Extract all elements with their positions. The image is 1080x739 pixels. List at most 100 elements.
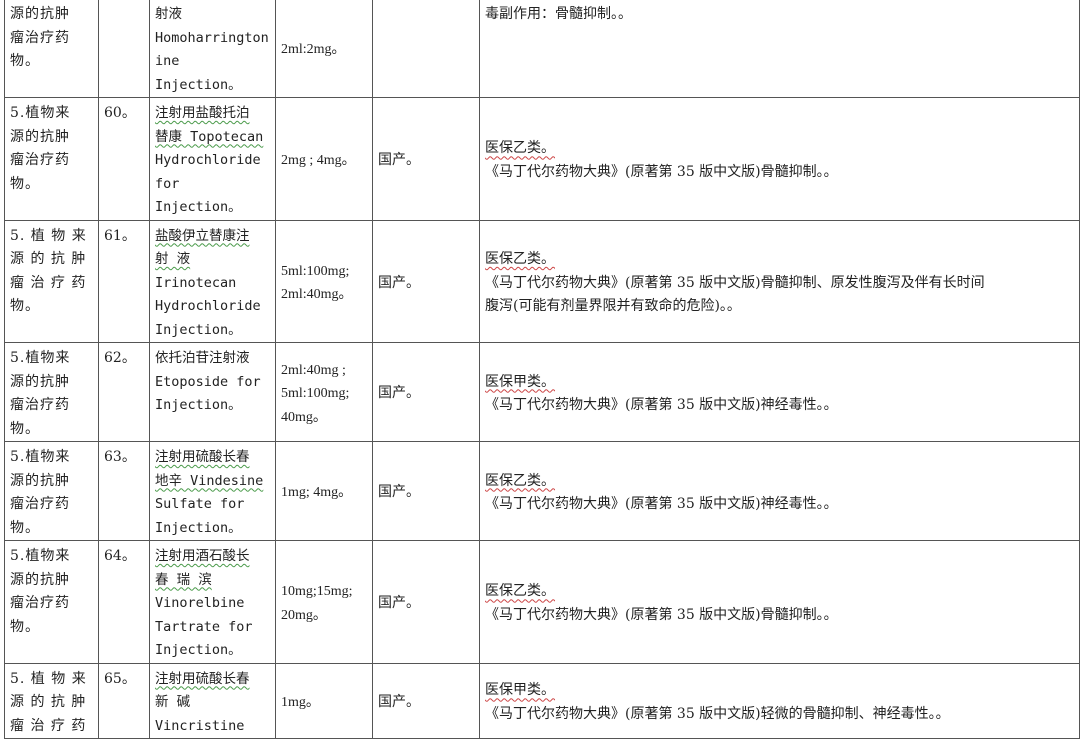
drug-name-cell: 注射用酒石酸长春 瑞 滨 Vinorelbine Tartrate for Injec… [149, 540, 276, 664]
category-cell-line: 5. 植 物 来 [10, 227, 87, 244]
notes-cell-line: 《马丁代尔药物大典》(原著第 35 版中文版)骨髓抑制、原发性腹泻及伴有长时间 [485, 274, 985, 291]
drug-name-cell-line: 注射用硫酸长春 [155, 670, 250, 687]
notes-cell: 毒副作用：骨髓抑制。。 [479, 0, 1080, 98]
specification-cell: 1mg。 [275, 662, 373, 739]
notes-cell-line: 《马丁代尔药物大典》(原著第 35 版中文版)神经毒性。。 [485, 496, 838, 512]
category-cell-line: 源的抗肿 [10, 472, 70, 489]
specification-cell-text: 5ml:100mg; 2ml:40mg。 [281, 263, 353, 303]
category-cell-line: 物。 [10, 298, 40, 314]
origin-cell-text: 国产。 [378, 385, 420, 402]
number-cell-text: 62。 [104, 350, 136, 366]
drug-name-cell-line: Sulfate for [155, 496, 245, 512]
category-cell-line: 瘤治疗药 [10, 29, 70, 46]
drug-name-cell-line: Etoposide for [155, 373, 261, 390]
drug-name-cell-line: 射 液 [155, 251, 191, 267]
notes-cell-line: 医保乙类。 [485, 583, 555, 600]
drug-name-cell-line: ine Injection。 [155, 53, 242, 93]
drug-name-cell-line: 春 瑞 滨 [155, 571, 212, 588]
notes-cell: 医保乙类。《马丁代尔药物大典》(原著第 35 版中文版)骨髓抑制、原发性腹泻及伴… [479, 219, 1080, 343]
specification-cell: 2ml:40mg ; 5ml:100mg; 40mg。 [275, 342, 373, 442]
drug-name-cell-line: Hydrochloride [155, 152, 261, 168]
drug-name-cell-line: Irinotecan [155, 274, 237, 291]
category-cell-line: 物。 [10, 420, 40, 437]
origin-cell-text: 国产。 [378, 595, 420, 611]
number-cell-text: 63。 [104, 449, 136, 465]
notes-cell-line: 腹泻(可能有剂量界限并有致命的危险)。。 [485, 298, 741, 314]
category-cell-line: 5.植物来 [10, 105, 71, 121]
origin-cell: 国产。 [372, 342, 480, 442]
category-cell: 5. 植 物 来源 的 抗 肿瘤 治 疗 药物。 [4, 219, 99, 343]
category-cell-line: 瘤治疗药 [10, 496, 70, 512]
category-cell-line: 源的抗肿 [10, 128, 70, 145]
category-cell: 5.植物来源的抗肿瘤治疗药物。 [4, 441, 99, 541]
category-cell-line: 物。 [10, 618, 40, 635]
notes-cell-line: 《马丁代尔药物大典》(原著第 35 版中文版)骨髓抑制。。 [485, 606, 838, 623]
table-row: 5.植物来 源的抗肿 瘤治疗药 物。 64。 注射用酒石酸长春 瑞 滨 Vinorelbin… [4, 540, 1080, 664]
notes-cell-line: 医保乙类。 [485, 140, 555, 157]
drug-name-cell-line: 依托泊苷注射液 [155, 350, 250, 366]
drug-name-cell: 注射用盐酸托泊 替康 Topotecan Hydrochloride for Inje… [149, 97, 276, 221]
category-cell-line: 物。 [10, 519, 40, 536]
drug-name-cell: 依托泊苷注射液 Etoposide for Injection。 [149, 342, 276, 442]
table-row: 5. 植 物 来源 的 抗 肿瘤 治 疗 药 65。 注射用硫酸长春新 碱 Vincr… [4, 662, 1080, 739]
table-row: 5.植物来 源的抗肿 瘤治疗药 物。 63。 注射用硫酸长春 地辛 Vindesine Sul… [4, 441, 1080, 541]
category-cell-line: 物。 [10, 53, 40, 69]
number-cell [98, 0, 150, 98]
category-cell: 5. 植 物 来源 的 抗 肿瘤 治 疗 药 [4, 662, 99, 739]
number-cell: 60。 [98, 97, 150, 221]
origin-cell: 国产。 [372, 540, 480, 664]
drug-name-cell-line: 地辛 Vindesine [155, 472, 264, 489]
category-cell: 5.植物来源的抗肿瘤治疗药物。 [4, 97, 99, 221]
drug-name-cell-line: Injection。 [155, 321, 242, 338]
notes-cell-line: 医保甲类。 [485, 682, 555, 699]
drug-name-cell-line: Injection。 [155, 397, 242, 413]
origin-cell-text: 国产。 [378, 484, 420, 501]
specification-cell-text: 1mg。 [281, 695, 320, 710]
drug-name-cell-line: Hydrochloride [155, 298, 261, 314]
specification-cell: 2mg ; 4mg。 [275, 97, 373, 221]
category-cell-line: 源的抗肿 [10, 571, 70, 588]
category-cell-line: 5.植物来 [10, 449, 71, 465]
drug-name-cell-line: Injection。 [155, 642, 242, 658]
notes-cell-line: 毒副作用：骨髓抑制。。 [485, 6, 632, 22]
category-cell-line: 瘤 治 疗 药 [10, 274, 87, 291]
drug-name-cell-line: 注射用酒石酸长 [155, 548, 250, 564]
notes-cell: 医保乙类。 《马丁代尔药物大典》(原著第 35 版中文版)神经毒性。。 [479, 441, 1080, 541]
specification-cell-text: 2mg ; 4mg。 [281, 153, 356, 168]
drug-table: 源的抗肿 瘤治疗药 物。 射液 Homoharrington ine Injection。… [4, 0, 1080, 739]
table-row: 5. 植 物 来源 的 抗 肿瘤 治 疗 药物。 61。 盐酸伊立替康注射 液 Iri… [4, 219, 1080, 343]
category-cell-line: 5.植物来 [10, 548, 71, 564]
specification-cell: 1mg; 4mg。 [275, 441, 373, 541]
table-row: 5.植物来 源的抗肿 瘤治疗药 物。 62。 依托泊苷注射液 Etoposide for In… [4, 342, 1080, 442]
notes-cell: 医保甲类。 《马丁代尔药物大典》(原著第 35 版中文版)神经毒性。。 [479, 342, 1080, 442]
specification-cell-text: 2ml:2mg。 [281, 42, 346, 58]
notes-cell-line: 医保乙类。 [485, 251, 555, 267]
specification-cell: 5ml:100mg; 2ml:40mg。 [275, 219, 373, 343]
table-row: 5.植物来 源的抗肿 瘤治疗药 物。 60。 注射用盐酸托泊 替康 Topotecan Hyd… [4, 97, 1080, 221]
origin-cell-text: 国产。 [378, 694, 420, 710]
category-cell-line: 源的抗肿 [10, 6, 70, 22]
table-row: 源的抗肿 瘤治疗药 物。 射液 Homoharrington ine Injection。… [4, 0, 1080, 98]
specification-cell: 2ml:2mg。 [275, 0, 373, 98]
drug-name-cell: 盐酸伊立替康注射 液 Irinotecan Hydrochloride Injecti… [149, 219, 276, 343]
notes-cell: 医保甲类。 《马丁代尔药物大典》(原著第 35 版中文版)轻微的骨髓抑制、神经毒性… [479, 662, 1080, 739]
drug-name-cell-line: Vinorelbine [155, 595, 245, 611]
drug-name-cell-line: 新 碱 [155, 694, 191, 710]
origin-cell: 国产。 [372, 219, 480, 343]
category-cell-line: 源 的 抗 肿 [10, 251, 87, 267]
drug-name-cell-line: 注射用盐酸托泊 [155, 105, 250, 121]
notes-cell-line: 医保甲类。 [485, 373, 555, 390]
category-cell-line: 5. 植 物 来 [10, 670, 87, 687]
origin-cell: 国产。 [372, 441, 480, 541]
category-cell-line: 物。 [10, 175, 40, 192]
category-cell-line: 源 的 抗 肿 [10, 694, 87, 710]
category-cell: 5.植物来 源的抗肿 瘤治疗药 物。 [4, 342, 99, 442]
number-cell-text: 64。 [104, 548, 136, 564]
drug-name-cell-line: for Injection。 [155, 175, 242, 216]
category-cell-line: 源的抗肿 [10, 373, 70, 390]
category-cell-line: 5.植物来 [10, 350, 71, 366]
specification-cell-text: 1mg; 4mg。 [281, 485, 353, 501]
number-cell: 62。 [98, 342, 150, 442]
drug-name-cell-line: Tartrate for [155, 618, 253, 635]
category-cell-line: 瘤治疗药 [10, 152, 70, 168]
